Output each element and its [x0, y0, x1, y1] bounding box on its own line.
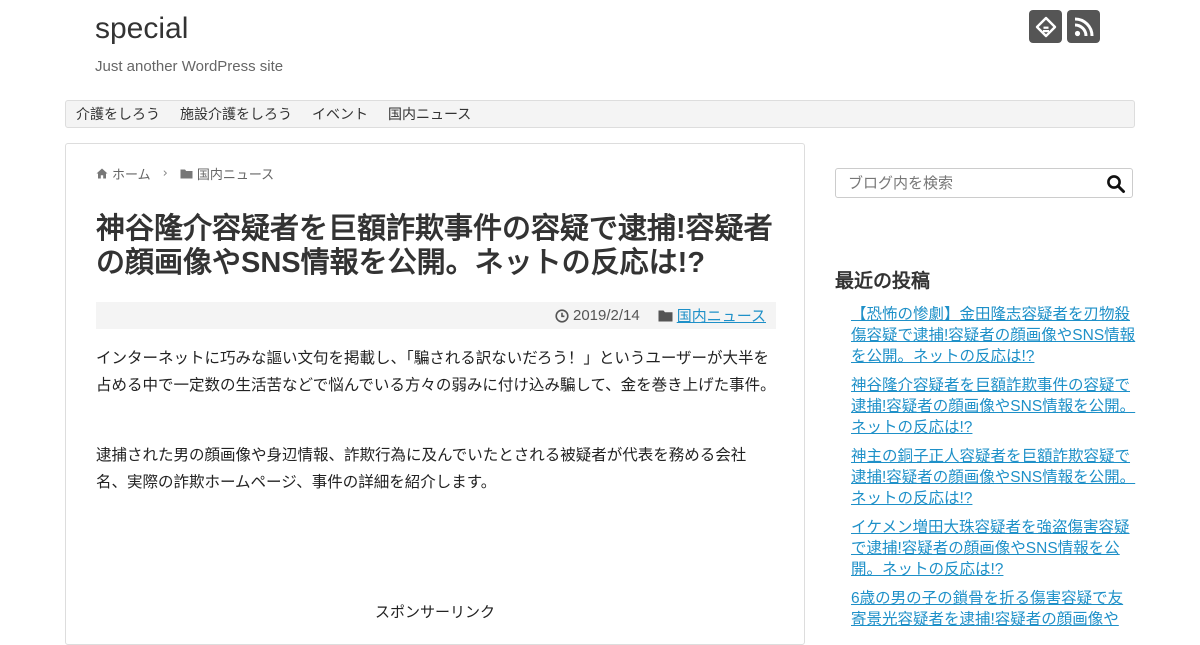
- nav-item-event[interactable]: イベント: [302, 104, 378, 124]
- recent-posts-heading: 最近の投稿: [835, 271, 931, 292]
- site-description: Just another WordPress site: [95, 58, 284, 75]
- post-paragraph: インターネットに巧みな謳い文句を掲載し、「騙される訳ないだろう！」というユーザー…: [96, 349, 776, 394]
- chevron-right-icon: ›: [162, 166, 168, 181]
- feedly-button[interactable]: [1029, 10, 1062, 43]
- post-paragraph: 逮捕された男の顔画像や身辺情報、詐欺行為に及んでいたとされる被疑者が代表を務める…: [96, 446, 747, 491]
- list-item: 【恐怖の惨劇】金田隆志容疑者を刃物殺傷容疑で逮捕!容疑者の顔画像やSNS情報を公…: [851, 304, 1136, 367]
- nav-item-shisetsu-kaigo[interactable]: 施設介護をしろう: [170, 104, 302, 124]
- main-content: ホーム › 国内ニュース 神谷隆介容疑者を巨額詐欺事件の容疑で逮捕!容疑者の顔画…: [65, 143, 805, 645]
- recent-post-link[interactable]: 神主の銅子正人容疑者を巨額詐欺容疑で逮捕!容疑者の顔画像やSNS情報を公開。ネッ…: [851, 448, 1135, 507]
- rss-icon: [1074, 17, 1093, 36]
- search-form: [835, 168, 1133, 198]
- feedly-icon: [1035, 16, 1056, 37]
- list-item: イケメン増田大珠容疑者を強盗傷害容疑で逮捕!容疑者の顔画像やSNS情報を公開。ネ…: [851, 517, 1136, 580]
- site-title[interactable]: special: [95, 12, 188, 46]
- main-navigation: 介護をしろう 施設介護をしろう イベント 国内ニュース: [65, 100, 1135, 128]
- search-input[interactable]: [836, 169, 1110, 197]
- recent-post-link[interactable]: イケメン増田大珠容疑者を強盗傷害容疑で逮捕!容疑者の顔画像やSNS情報を公開。ネ…: [851, 519, 1130, 578]
- sponsor-label: スポンサーリンク: [374, 603, 495, 621]
- recent-post-link[interactable]: 6歳の男の子の鎖骨を折る傷害容疑で友寄景光容疑者を逮捕!容疑者の顔画像や: [851, 590, 1123, 628]
- post-date: 2019/2/14: [573, 307, 640, 324]
- rss-button[interactable]: [1067, 10, 1100, 43]
- list-item: 神谷隆介容疑者を巨額詐欺事件の容疑で逮捕!容疑者の顔画像やSNS情報を公開。ネッ…: [851, 375, 1136, 438]
- post-category-link[interactable]: 国内ニュース: [677, 305, 766, 326]
- nav-item-kaigo[interactable]: 介護をしろう: [66, 104, 170, 124]
- clock-icon: [555, 308, 569, 323]
- breadcrumb: ホーム › 国内ニュース: [96, 164, 274, 183]
- recent-posts-list: 【恐怖の惨劇】金田隆志容疑者を刃物殺傷容疑で逮捕!容疑者の顔画像やSNS情報を公…: [851, 304, 1136, 638]
- post-meta: 2019/2/14 国内ニュース: [96, 302, 776, 329]
- breadcrumb-home[interactable]: ホーム: [112, 164, 151, 183]
- nav-item-domestic-news[interactable]: 国内ニュース: [378, 104, 481, 124]
- folder-icon: [180, 169, 193, 179]
- home-icon: [96, 168, 108, 179]
- post-category-wrap: 国内ニュース: [658, 305, 766, 326]
- folder-icon: [658, 310, 673, 322]
- search-icon[interactable]: [1106, 174, 1126, 194]
- list-item: 神主の銅子正人容疑者を巨額詐欺容疑で逮捕!容疑者の顔画像やSNS情報を公開。ネッ…: [851, 446, 1136, 509]
- post-date-wrap: 2019/2/14: [555, 307, 640, 324]
- recent-post-link[interactable]: 神谷隆介容疑者を巨額詐欺事件の容疑で逮捕!容疑者の顔画像やSNS情報を公開。ネッ…: [851, 377, 1135, 436]
- breadcrumb-category[interactable]: 国内ニュース: [197, 164, 274, 183]
- post-title: 神谷隆介容疑者を巨額詐欺事件の容疑で逮捕!容疑者の顔画像やSNS情報を公開。ネッ…: [96, 213, 773, 279]
- recent-post-link[interactable]: 【恐怖の惨劇】金田隆志容疑者を刃物殺傷容疑で逮捕!容疑者の顔画像やSNS情報を公…: [851, 306, 1135, 365]
- social-links: [1029, 10, 1100, 43]
- list-item: 6歳の男の子の鎖骨を折る傷害容疑で友寄景光容疑者を逮捕!容疑者の顔画像や: [851, 588, 1136, 630]
